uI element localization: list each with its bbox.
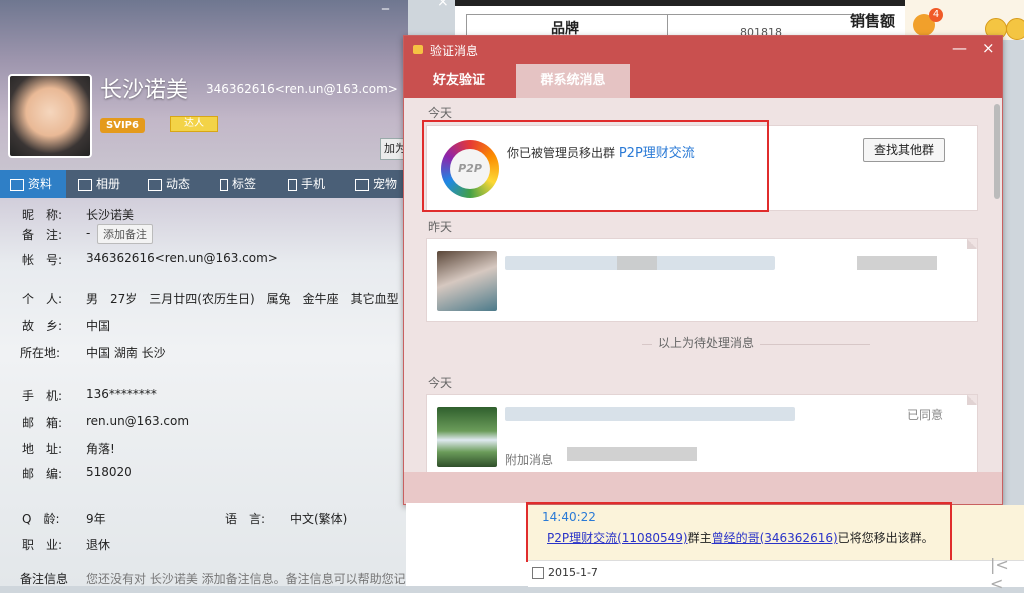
dialog-title: 验证消息 (430, 44, 479, 58)
nick-label: 昵 称: (22, 208, 63, 222)
profile-account: 346362616<ren.un@163.com> (206, 82, 398, 96)
history-nav-icon[interactable]: |< < (990, 555, 1024, 593)
tray-notification-icon[interactable]: 4 (913, 8, 943, 36)
tab-group-system-messages[interactable]: 群系统消息 (516, 64, 630, 98)
profile-tabs: 资料 相册 动态 标签 手机 宠物 (0, 170, 408, 198)
account-value: 346362616<ren.un@163.com> (86, 251, 278, 265)
zip-label: 邮 编: (22, 467, 63, 481)
spreadsheet-cell-sales: 销售额 (850, 6, 906, 36)
qage-label: Q 龄: (22, 512, 60, 526)
tab-feed[interactable]: 动态 (148, 170, 190, 198)
photo-icon (78, 178, 92, 191)
location-label: 所在地: (20, 346, 61, 360)
pending-divider: 以上为待处理消息 (652, 334, 761, 351)
tab-pet[interactable]: 宠物 (355, 170, 397, 198)
list-icon (148, 178, 162, 191)
dialog-scrollbar-thumb[interactable] (994, 104, 1000, 199)
blurred-text (857, 256, 937, 270)
remark-value: 您还没有对 长沙诺美 添加备注信息。备注信息可以帮助您记录 (86, 572, 406, 586)
spreadsheet-header-sales: 销售额 (850, 12, 896, 30)
tab-label: 动态 (166, 177, 191, 191)
email-label: 邮 箱: (22, 416, 63, 430)
job-value: 退休 (86, 538, 111, 552)
close-button[interactable]: × (437, 0, 449, 10)
agreed-message-card: 已同意 附加消息 (426, 394, 978, 472)
date-bar: 2015-1-7 (528, 560, 1024, 587)
section-today-2: 今天 (428, 376, 453, 390)
extra-message-label: 附加消息 (505, 453, 554, 467)
speaker-icon (413, 45, 423, 54)
blurred-text (567, 447, 697, 461)
highlight-box (422, 120, 769, 212)
dialog-message-list: 今天 P2P 你已被管理员移出群 P2P理财交流 查找其他群 昨天 以上为待处理… (404, 98, 1002, 472)
dialog-footer (404, 472, 1002, 504)
zip-value: 518020 (86, 465, 132, 479)
section-yesterday: 昨天 (428, 220, 453, 234)
tab-label: 手机 (301, 177, 326, 191)
phone-label: 手 机: (22, 389, 63, 403)
tab-label: 标签 (232, 177, 257, 191)
language-value: 中文(繁体) (290, 512, 348, 526)
profile-nickname: 长沙诺美 (100, 78, 189, 103)
user-avatar[interactable] (437, 407, 497, 467)
date-label: 2015-1-7 (548, 566, 598, 579)
note-value: - (86, 226, 91, 240)
chat-window-edge (406, 503, 528, 586)
calendar-icon[interactable] (532, 567, 544, 579)
tab-friend-verify[interactable]: 好友验证 (404, 64, 514, 98)
phone-icon (288, 178, 297, 191)
dialog-titlebar: 验证消息 — × (404, 36, 1002, 64)
svip-badge[interactable]: SVIP6 (100, 118, 145, 133)
emoji-icon (1006, 18, 1024, 40)
personal-label: 个 人: (22, 292, 63, 306)
tab-label: 宠物 (373, 177, 398, 191)
blurred-text (617, 256, 657, 270)
id-card-icon (10, 178, 24, 191)
highlight-box (526, 502, 952, 562)
avatar[interactable] (8, 74, 92, 158)
personal-value: 男 27岁 三月廿四(农历生日) 属兔 金牛座 其它血型 (86, 292, 399, 306)
note-label: 备 注: (22, 228, 63, 242)
yesterday-message-card (426, 238, 978, 322)
email-value: ren.un@163.com (86, 414, 190, 428)
dialog-close-button[interactable]: × (982, 39, 995, 57)
bookmark-icon (220, 178, 228, 191)
user-avatar[interactable] (437, 251, 497, 311)
tab-profile[interactable]: 资料 (0, 170, 66, 198)
account-label: 帐 号: (22, 253, 63, 267)
agreed-status: 已同意 (907, 408, 944, 422)
tab-phone[interactable]: 手机 (288, 170, 325, 198)
address-value: 角落! (86, 442, 115, 456)
add-note-button[interactable]: 添加备注 (97, 224, 153, 244)
phone-value: 136******** (86, 387, 157, 401)
dialog-minimize-button[interactable]: — (952, 39, 967, 57)
job-label: 职 业: (22, 538, 63, 552)
nick-value: 长沙诺美 (86, 208, 135, 222)
hometown-value: 中国 (86, 319, 111, 333)
daren-badge[interactable]: 达人 (170, 116, 218, 132)
address-label: 地 址: (22, 442, 63, 456)
card-fold (967, 395, 977, 405)
tab-tags[interactable]: 标签 (220, 170, 256, 198)
verification-dialog: 验证消息 — × 好友验证 群系统消息 今天 P2P 你已被管理员移出群 P2P… (403, 35, 1003, 505)
find-other-groups-button[interactable]: 查找其他群 (863, 138, 945, 162)
pet-icon (355, 178, 369, 191)
tab-album[interactable]: 相册 (78, 170, 120, 198)
minimize-button[interactable]: _ (382, 0, 389, 10)
tray-badge-count: 4 (929, 8, 943, 22)
hometown-label: 故 乡: (22, 319, 63, 333)
location-value: 中国 湖南 长沙 (86, 346, 166, 360)
tab-label: 资料 (28, 177, 53, 191)
blurred-text (505, 407, 795, 421)
tab-label: 相册 (96, 177, 121, 191)
card-fold (967, 239, 977, 249)
section-today: 今天 (428, 106, 453, 120)
dialog-tabs: 好友验证 群系统消息 (404, 64, 1002, 98)
remark-label: 备注信息 (20, 572, 69, 586)
language-label: 语 言: (225, 512, 266, 526)
qage-value: 9年 (86, 512, 106, 526)
